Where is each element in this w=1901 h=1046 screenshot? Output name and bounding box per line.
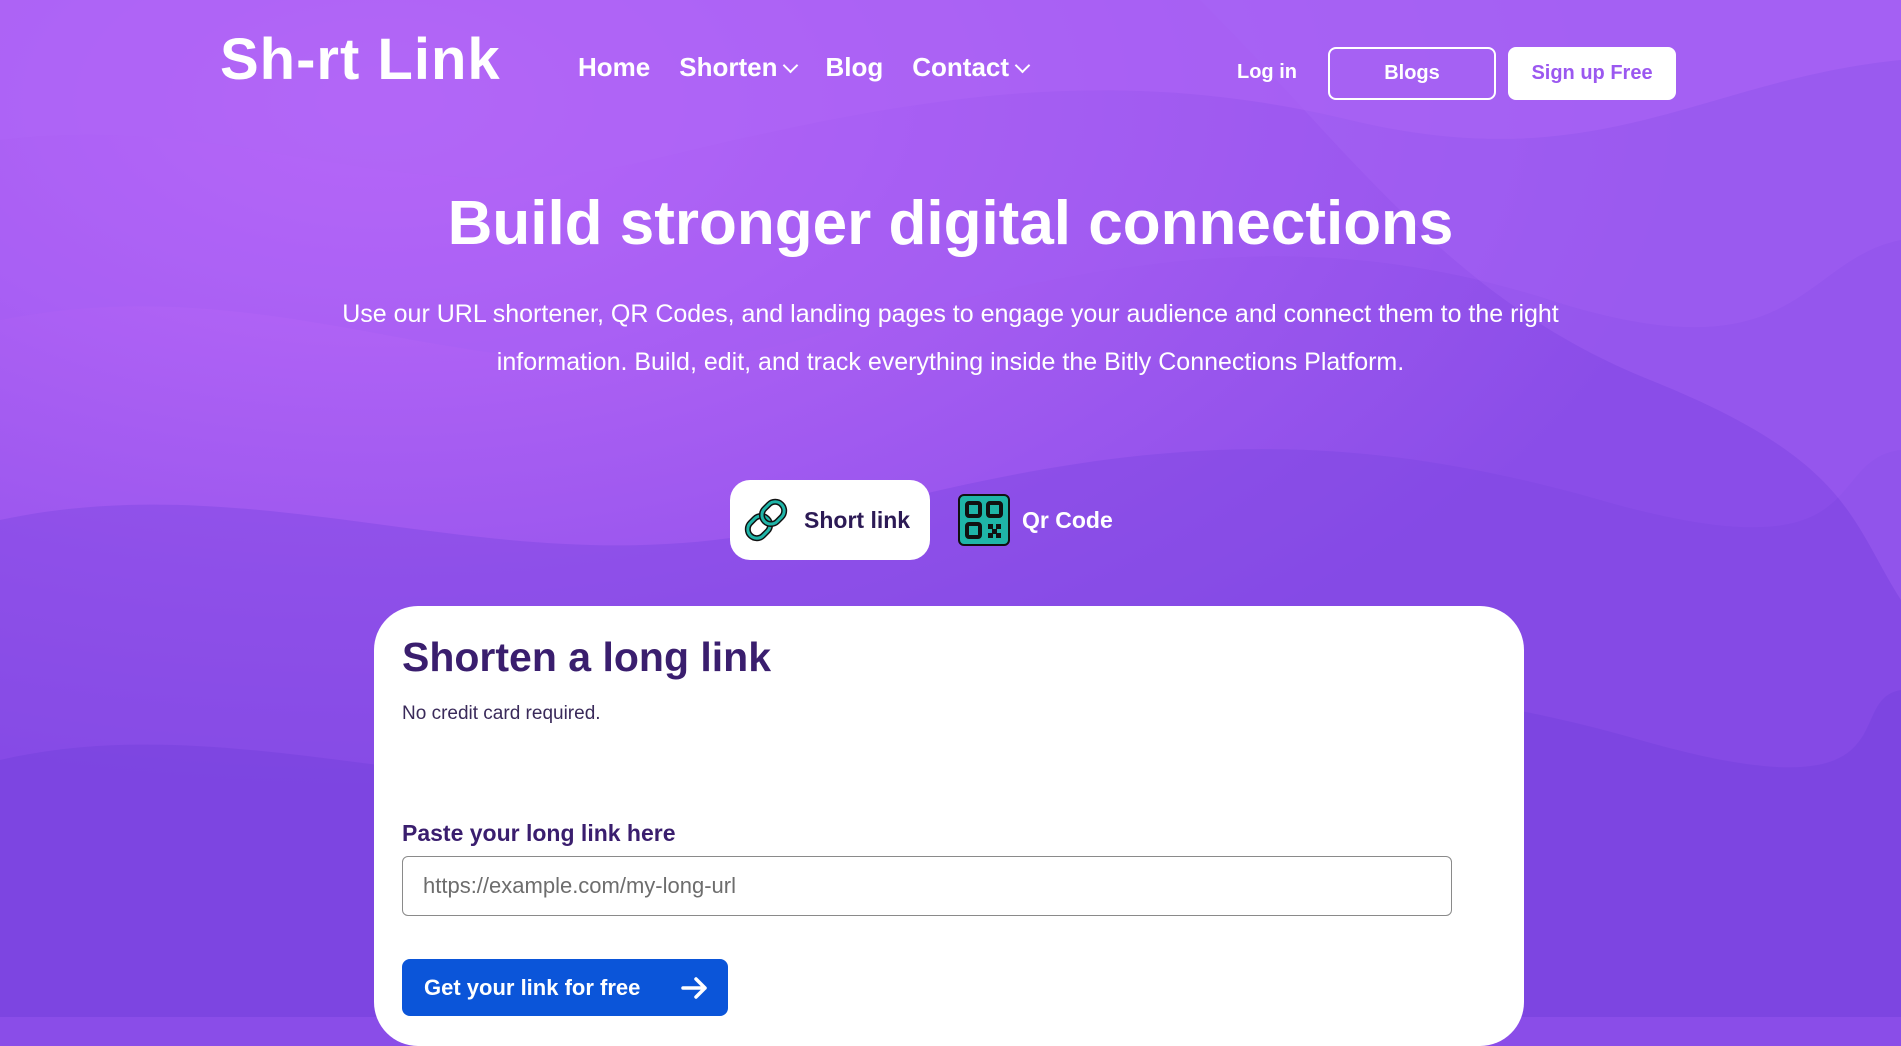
login-link[interactable]: Log in bbox=[1237, 61, 1297, 84]
arrow-right-icon bbox=[681, 977, 707, 999]
chevron-down-icon bbox=[1014, 57, 1031, 74]
chevron-down-icon bbox=[783, 57, 799, 74]
nav-blog-label: Blog bbox=[825, 52, 884, 82]
blogs-button[interactable]: Blogs bbox=[1328, 47, 1496, 100]
tab-short-link[interactable]: Short link bbox=[730, 480, 930, 560]
get-link-button-label: Get your link for free bbox=[424, 974, 641, 1000]
tab-qr-code[interactable]: Qr Code bbox=[958, 494, 1113, 546]
card-title: Shorten a long link bbox=[402, 634, 772, 680]
long-link-label: Paste your long link here bbox=[402, 820, 676, 846]
shorten-card: Shorten a long link No credit card requi… bbox=[374, 606, 1524, 1046]
signup-button[interactable]: Sign up Free bbox=[1508, 47, 1676, 100]
long-link-input[interactable] bbox=[402, 856, 1452, 916]
get-link-button[interactable]: Get your link for free bbox=[402, 959, 728, 1016]
nav-blog[interactable]: Blog bbox=[825, 52, 883, 83]
hero-subtitle: Use our URL shortener, QR Codes, and lan… bbox=[342, 300, 1559, 376]
nav-contact[interactable]: Contact bbox=[912, 52, 1031, 83]
hero-title: Build stronger digital connections bbox=[447, 189, 1454, 258]
nav-home-label: Home bbox=[578, 52, 651, 82]
site-logo[interactable]: Sh-rt Link bbox=[220, 26, 501, 93]
tab-qr-code-label: Qr Code bbox=[1022, 506, 1113, 533]
qr-code-icon bbox=[958, 494, 1010, 546]
tab-short-link-label: Short link bbox=[804, 506, 911, 533]
nav-shorten-label: Shorten bbox=[679, 52, 778, 82]
main-nav: Home Shorten Blog Contact bbox=[578, 52, 1057, 83]
nav-contact-label: Contact bbox=[912, 52, 1010, 82]
nav-shorten[interactable]: Shorten bbox=[679, 52, 799, 83]
nav-home[interactable]: Home bbox=[578, 52, 650, 83]
chain-link-icon bbox=[744, 498, 788, 542]
card-subtitle: No credit card required. bbox=[402, 703, 601, 724]
